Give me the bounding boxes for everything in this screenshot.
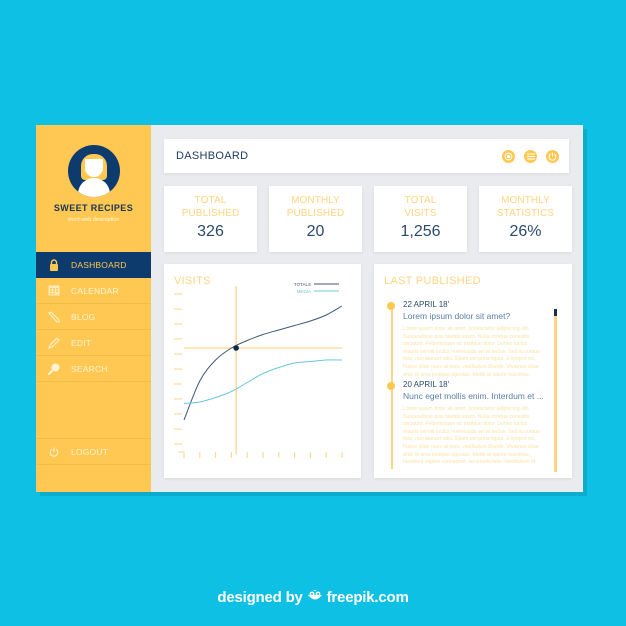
visits-title: VISITS — [174, 275, 211, 287]
post-date: 22 APRIL 18' — [403, 300, 450, 309]
power-button[interactable] — [546, 150, 559, 163]
search-icon — [48, 363, 60, 375]
visits-chart: TOTALS MEDIA — [174, 282, 343, 458]
stat-value: 326 — [197, 223, 224, 240]
last-published-title: LAST PUBLISHED — [384, 275, 481, 287]
logout-button[interactable]: LOGOUT — [36, 438, 151, 465]
main-content: DASHBOARD TOTAL PUBLISHED 326 MONTHLY PUBL… — [151, 125, 583, 492]
timeline-dot — [387, 302, 395, 310]
series-line-media — [183, 359, 343, 404]
menu-icon — [526, 153, 535, 160]
pencil-icon — [48, 310, 60, 323]
brand-tagline: short web description — [67, 217, 120, 223]
stat-value: 20 — [306, 223, 325, 240]
sidebar-item-label: BLOG — [71, 311, 96, 322]
last-published-panel: LAST PUBLISHED 22 APRIL 18' Lorem ipsum … — [374, 264, 572, 478]
post-item[interactable]: 22 APRIL 18' Lorem ipsum dolor sit amet?… — [387, 300, 543, 378]
stat-card-monthly-statistics: MONTHLY STATISTICS 26% — [479, 186, 572, 252]
visits-panel: VISITS TOTALS MEDIA — [164, 264, 361, 478]
stat-label: TOTAL PUBLISHED — [181, 195, 240, 219]
sidebar-nav: DASHBOARD CALENDAR BLOG EDIT SEARCH — [36, 252, 151, 382]
calendar-icon — [48, 285, 60, 297]
logout-label: LOGOUT — [71, 446, 109, 457]
target-icon — [504, 152, 513, 161]
page-title: DASHBOARD — [176, 150, 249, 162]
scrollbar-thumb[interactable] — [554, 309, 557, 316]
pen-icon — [48, 336, 60, 349]
post-body: Lorem ipsum dolor sit amet, consectetur … — [403, 406, 540, 466]
sidebar-item-edit[interactable]: EDIT — [36, 330, 151, 356]
dashboard-window: SWEET RECIPES short web description DASH… — [36, 125, 583, 492]
post-date: 20 APRIL 18' — [403, 380, 450, 389]
post-body: Lorem ipsum dolor sit amet, consectetur … — [403, 326, 540, 378]
series-line-totals — [183, 305, 343, 421]
stat-value: 26% — [509, 223, 542, 240]
scrollbar-track[interactable] — [554, 309, 557, 472]
stat-label: MONTHLY STATISTICS — [496, 195, 555, 219]
legend-label: MEDIA — [297, 289, 311, 294]
sidebar-item-label: DASHBOARD — [71, 259, 127, 270]
header-actions — [502, 150, 559, 163]
timeline-dot — [387, 382, 395, 390]
footer-credit: designed by freepik.com — [0, 587, 626, 606]
stat-label: MONTHLY PUBLISHED — [286, 195, 345, 219]
post-title: Lorem ipsum dolor sit amet? — [403, 311, 511, 321]
top-bar: DASHBOARD — [164, 139, 569, 173]
sidebar-item-blog[interactable]: BLOG — [36, 304, 151, 330]
sidebar-item-label: CALENDAR — [71, 285, 119, 296]
stat-card-total-visits: TOTAL VISITS 1,256 — [374, 186, 467, 252]
axis-corner — [178, 451, 185, 458]
sidebar-item-calendar[interactable]: CALENDAR — [36, 278, 151, 304]
power-icon — [48, 446, 60, 458]
target-button[interactable] — [502, 150, 515, 163]
stat-card-total-published: TOTAL PUBLISHED 326 — [164, 186, 257, 252]
stat-card-monthly-published: MONTHLY PUBLISHED 20 — [269, 186, 362, 252]
sidebar-item-search[interactable]: SEARCH — [36, 356, 151, 382]
stat-value: 1,256 — [400, 223, 441, 240]
sidebar-item-dashboard[interactable]: DASHBOARD — [36, 252, 151, 278]
stat-label: TOTAL VISITS — [404, 195, 437, 219]
credit-brand: freepik.com — [326, 589, 409, 606]
highlight-point — [233, 345, 239, 351]
freepik-logo-icon — [307, 587, 323, 603]
lock-icon — [48, 258, 60, 271]
post-item[interactable]: 20 APRIL 18' Nunc eget mollis enim. Inte… — [387, 380, 544, 466]
menu-button[interactable] — [524, 150, 537, 163]
credit-prefix: designed by — [217, 589, 303, 606]
brand-name: SWEET RECIPES — [53, 203, 134, 213]
legend-label: TOTALS — [294, 282, 311, 287]
post-title: Nunc eget mollis enim. Interdum et ... — [403, 391, 544, 401]
sidebar-item-label: EDIT — [71, 337, 92, 348]
avatar — [68, 145, 120, 197]
sidebar: SWEET RECIPES short web description DASH… — [36, 125, 151, 492]
power-icon — [548, 152, 557, 161]
sidebar-item-label: SEARCH — [71, 363, 108, 374]
